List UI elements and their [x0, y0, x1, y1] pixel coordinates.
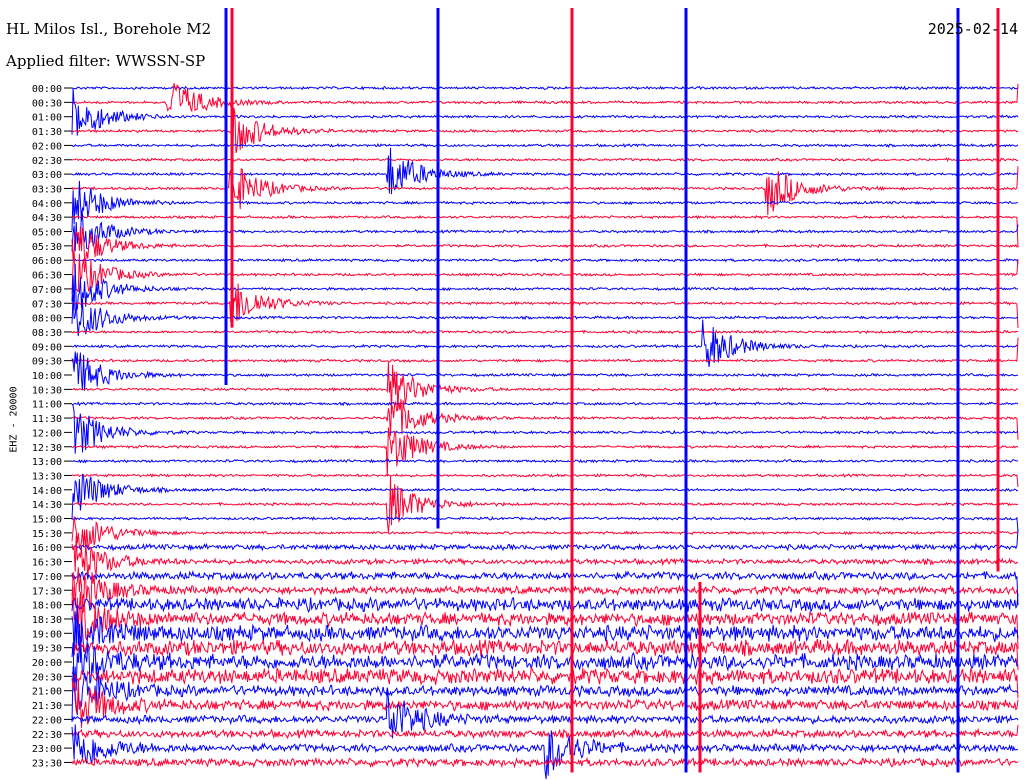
row-time-label: 16:30	[32, 558, 62, 569]
row-time-label: 06:00	[32, 256, 62, 267]
row-time-label: 03:30	[32, 184, 62, 195]
row-time-label: 11:30	[32, 414, 62, 425]
channel-scale-label: EHZ - 20000	[8, 386, 20, 453]
row-time-label: 12:00	[32, 428, 62, 439]
row-time-label: 23:00	[32, 744, 62, 755]
trace-line	[71, 427, 1019, 477]
row-time-label: 18:00	[32, 601, 62, 612]
row-time-label: 16:00	[32, 543, 62, 554]
trace-line	[71, 157, 1019, 163]
row-time-label: 17:00	[32, 572, 62, 583]
row-time-label: 11:00	[32, 400, 62, 411]
row-time-label: 20:30	[32, 672, 62, 683]
row-time-label: 19:00	[32, 629, 62, 640]
trace-line	[71, 476, 1019, 533]
date-label: 2025-02-14	[927, 20, 1018, 38]
row-time-label: 14:30	[32, 500, 62, 511]
row-time-label: 22:00	[32, 715, 62, 726]
row-time-label: 06:30	[32, 271, 62, 282]
row-time-label: 01:30	[32, 127, 62, 138]
row-time-label: 21:30	[32, 701, 62, 712]
trace-line	[71, 401, 1019, 407]
trace-line	[71, 248, 1019, 295]
row-time-label: 14:00	[32, 486, 62, 497]
row-time-label: 13:00	[32, 457, 62, 468]
row-time-label: 00:30	[32, 98, 62, 109]
row-time-label: 23:30	[32, 758, 62, 769]
trace-line	[71, 593, 1019, 614]
row-time-label: 05:30	[32, 242, 62, 253]
row-time-label: 08:00	[32, 314, 62, 325]
row-time-label: 15:00	[32, 515, 62, 526]
trace-line	[71, 329, 1019, 335]
trace-line	[71, 351, 1018, 391]
trace-line	[71, 88, 1019, 136]
row-time-label: 07:30	[32, 299, 62, 310]
trace-line	[71, 294, 1019, 337]
trace-line	[71, 458, 1019, 464]
trace-line	[71, 107, 1019, 158]
row-time-label: 22:30	[32, 730, 62, 741]
row-time-label: 17:30	[32, 586, 62, 597]
trace-line	[71, 337, 1019, 364]
trace-line	[71, 473, 1019, 520]
row-time-label: 08:30	[32, 328, 62, 339]
row-time-label: 19:30	[32, 644, 62, 655]
trace-line	[71, 362, 1019, 415]
trace-line	[71, 635, 1019, 692]
trace-line	[71, 515, 1019, 532]
row-time-label: 04:00	[32, 199, 62, 210]
row-time-label: 09:00	[32, 342, 62, 353]
trace-line	[71, 147, 1019, 195]
filter-label: Applied filter: WWSSN-SP	[6, 52, 206, 70]
trace-line	[71, 472, 1019, 488]
row-time-label: 02:30	[32, 156, 62, 167]
trace-line	[71, 569, 1019, 606]
trace-line	[71, 82, 1019, 113]
row-time-label: 02:00	[32, 141, 62, 152]
row-time-label: 20:00	[32, 658, 62, 669]
station-title: HL Milos Isl., Borehole M2	[6, 20, 212, 38]
trace-line	[71, 283, 1019, 328]
trace-line	[71, 724, 1019, 740]
trace-line	[71, 605, 1019, 663]
trace-line	[71, 257, 1019, 265]
row-time-label: 15:30	[32, 529, 62, 540]
row-time-label: 13:30	[32, 471, 62, 482]
trace-line	[71, 85, 1019, 91]
trace-line	[71, 689, 1019, 739]
trace-line	[71, 142, 1019, 148]
row-time-label: 01:00	[32, 113, 62, 124]
row-time-label: 04:30	[32, 213, 62, 224]
row-time-label: 18:30	[32, 615, 62, 626]
row-time-label: 12:30	[32, 443, 62, 454]
trace-line	[71, 724, 1019, 780]
helicorder-plot: 00:00 00:30 01:00 01:30 02:00 02:30 03:00 03:30…	[32, 8, 1019, 780]
row-time-label: 21:00	[32, 687, 62, 698]
row-time-label: 07:00	[32, 285, 62, 296]
row-time-label: 00:00	[32, 84, 62, 95]
row-time-label: 10:30	[32, 385, 62, 396]
row-time-label: 03:00	[32, 170, 62, 181]
row-time-label: 05:00	[32, 228, 62, 239]
row-time-label: 10:00	[32, 371, 62, 382]
row-time-label: 09:30	[32, 357, 62, 368]
